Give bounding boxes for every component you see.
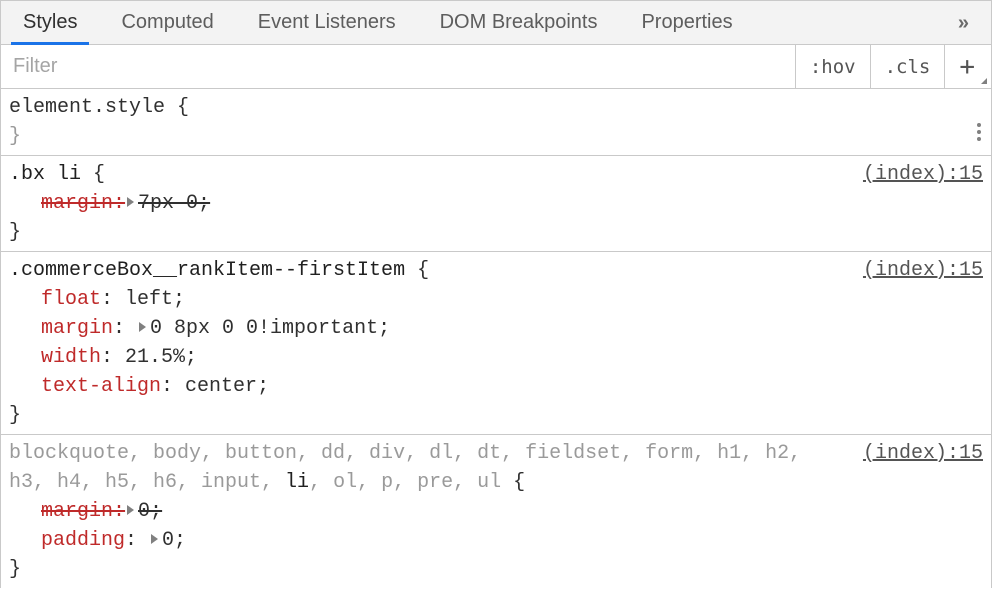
rule-element-style[interactable]: element.style { } xyxy=(1,89,991,156)
close-brace: } xyxy=(9,401,983,430)
styles-filter-input[interactable] xyxy=(1,45,795,88)
css-property: width xyxy=(41,346,101,369)
hov-label: :hov xyxy=(810,56,856,78)
declaration-width[interactable]: width: 21.5%; xyxy=(9,343,983,372)
source-link[interactable]: (index):15 xyxy=(863,256,983,285)
cls-label: .cls xyxy=(885,56,931,78)
selector: .commerceBox__rankItem--firstItem xyxy=(9,259,405,282)
tab-computed[interactable]: Computed xyxy=(99,1,235,44)
chevron-double-right-icon: » xyxy=(958,13,963,33)
tab-label: Styles xyxy=(23,11,77,34)
tab-label: Event Listeners xyxy=(258,11,396,34)
css-property: text-align xyxy=(41,375,161,398)
declaration-text-align[interactable]: text-align: center; xyxy=(9,372,983,401)
css-value: 7px 0 xyxy=(138,192,198,215)
rule-bx-li[interactable]: (index):15 .bx li { margin:7px 0; } xyxy=(1,156,991,252)
declaration-padding[interactable]: padding: 0; xyxy=(9,526,983,555)
selector: .bx li xyxy=(9,163,81,186)
css-value: center xyxy=(185,375,257,398)
tab-label: DOM Breakpoints xyxy=(440,11,598,34)
tab-label: Properties xyxy=(641,11,732,34)
css-property: margin xyxy=(41,317,113,340)
open-brace: { xyxy=(165,96,189,119)
css-value: left xyxy=(125,288,173,311)
expand-triangle-icon[interactable] xyxy=(127,197,134,207)
css-value: 21.5% xyxy=(125,346,185,369)
selector: element.style xyxy=(9,96,165,119)
tabs-overflow-button[interactable]: » xyxy=(938,13,983,33)
tab-event-listeners[interactable]: Event Listeners xyxy=(236,1,418,44)
declaration-margin[interactable]: margin:7px 0; xyxy=(9,189,983,218)
declaration-float[interactable]: float: left; xyxy=(9,285,983,314)
more-vert-icon[interactable] xyxy=(977,123,981,141)
css-property: margin xyxy=(41,500,113,523)
css-property: float xyxy=(41,288,101,311)
open-brace: { xyxy=(405,259,429,282)
rule-commerce-first-item[interactable]: (index):15 .commerceBox__rankItem--first… xyxy=(1,252,991,435)
css-value: 0 8px 0 0!important xyxy=(150,317,378,340)
css-property: margin xyxy=(41,192,113,215)
open-brace: { xyxy=(501,471,525,494)
styles-panel: Styles Computed Event Listeners DOM Brea… xyxy=(0,0,992,588)
rule-reset[interactable]: (index):15 blockquote, body, button, dd,… xyxy=(1,435,991,588)
declaration-margin[interactable]: margin: 0 8px 0 0!important; xyxy=(9,314,983,343)
plus-icon: + xyxy=(959,52,975,82)
selector-part-dim: , ol, p, pre, ul xyxy=(309,471,501,494)
source-link[interactable]: (index):15 xyxy=(863,439,983,468)
close-brace: } xyxy=(9,218,983,247)
close-brace: } xyxy=(9,555,983,584)
source-link[interactable]: (index):15 xyxy=(863,160,983,189)
expand-triangle-icon[interactable] xyxy=(151,534,158,544)
tab-properties[interactable]: Properties xyxy=(619,1,754,44)
toggle-hov-button[interactable]: :hov xyxy=(795,45,870,88)
sidebar-tabs: Styles Computed Event Listeners DOM Brea… xyxy=(1,1,991,45)
tab-dom-breakpoints[interactable]: DOM Breakpoints xyxy=(418,1,620,44)
tab-label: Computed xyxy=(121,11,213,34)
declaration-margin[interactable]: margin:0; xyxy=(9,497,983,526)
expand-triangle-icon[interactable] xyxy=(139,322,146,332)
expand-triangle-icon[interactable] xyxy=(127,505,134,515)
css-property: padding xyxy=(41,529,125,552)
toggle-cls-button[interactable]: .cls xyxy=(870,45,945,88)
new-style-rule-button[interactable]: + xyxy=(944,45,991,88)
open-brace: { xyxy=(81,163,105,186)
styles-filter-bar: :hov .cls + xyxy=(1,45,991,89)
css-value: 0 xyxy=(162,529,174,552)
css-value: 0 xyxy=(138,500,150,523)
close-brace: } xyxy=(9,122,983,151)
tab-styles[interactable]: Styles xyxy=(1,1,99,44)
selector-part-match: li xyxy=(285,471,309,494)
